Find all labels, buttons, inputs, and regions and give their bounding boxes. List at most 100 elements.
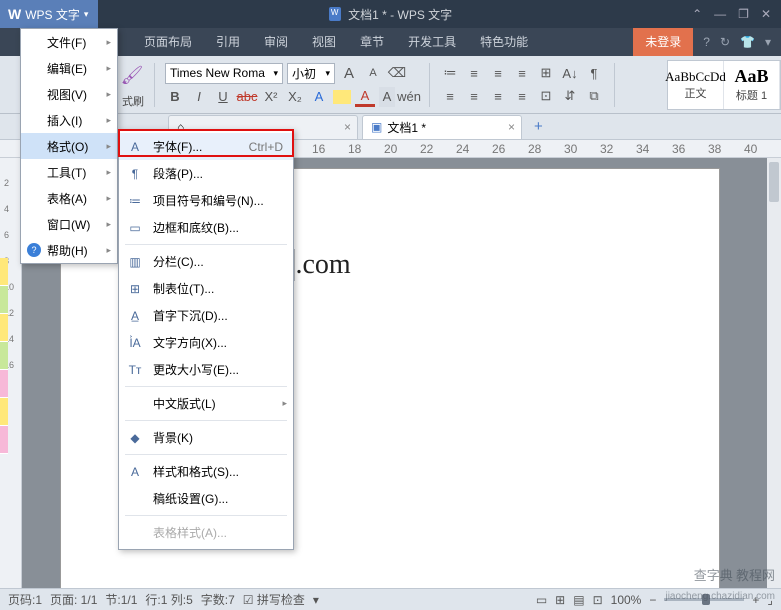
- submenu-item[interactable]: 更改大小写(E)...Tт: [119, 356, 293, 383]
- submenu-item[interactable]: 段落(P)...¶: [119, 160, 293, 187]
- tab-close-icon[interactable]: ×: [508, 120, 515, 134]
- ribbon-tab[interactable]: 审阅: [252, 28, 300, 56]
- ribbon-tab[interactable]: 开发工具: [396, 28, 468, 56]
- minimize-button[interactable]: —: [714, 7, 726, 21]
- ribbon-tab[interactable]: 页面布局: [132, 28, 204, 56]
- document-text[interactable]: .com: [295, 249, 350, 280]
- shading-button[interactable]: ⧉: [584, 86, 604, 106]
- format-painter-icon[interactable]: 🖌: [122, 60, 142, 90]
- italic-button[interactable]: I: [189, 87, 209, 107]
- style-gallery[interactable]: AaBbCcDd 正文 AaB 标题 1: [667, 60, 781, 110]
- justify-button[interactable]: ≡: [512, 86, 532, 106]
- new-tab-button[interactable]: +: [526, 118, 551, 135]
- highlight-button[interactable]: [333, 90, 351, 104]
- submenu-item[interactable]: 分栏(C)...▥: [119, 248, 293, 275]
- status-bar: 页码:1 页面: 1/1 节:1/1 行:1 列:5 字数:7 ☑ 拼写检查 ▾…: [0, 588, 781, 610]
- submenu-item[interactable]: 项目符号和编号(N)...≔: [119, 187, 293, 214]
- superscript-button[interactable]: X²: [261, 87, 281, 107]
- submenu-item[interactable]: 文字方向(X)...I͐A: [119, 329, 293, 356]
- clear-format-button[interactable]: ⌫: [387, 63, 407, 83]
- main-menu-item[interactable]: 插入(I)▸: [21, 107, 117, 133]
- window-controls: ⌃ — ❐ ✕: [692, 7, 781, 21]
- help-icon[interactable]: ?: [703, 35, 710, 49]
- indent-button[interactable]: ≡: [512, 63, 532, 83]
- tab-close-icon[interactable]: ×: [344, 120, 351, 134]
- subscript-button[interactable]: X₂: [285, 87, 305, 107]
- line-spacing-button[interactable]: ⇵: [560, 86, 580, 106]
- vertical-scrollbar[interactable]: [767, 158, 781, 588]
- outdent-button[interactable]: ≡: [488, 63, 508, 83]
- numbering-button[interactable]: ≡: [464, 63, 484, 83]
- status-position[interactable]: 行:1 列:5: [145, 591, 192, 608]
- submenu-item[interactable]: 稿纸设置(G)...: [119, 485, 293, 512]
- font-size-select[interactable]: 小初▾: [287, 63, 335, 84]
- underline-button[interactable]: U: [213, 87, 233, 107]
- skin-icon[interactable]: 👕: [740, 35, 755, 49]
- submenu-item[interactable]: 中文版式(L)▸: [119, 390, 293, 417]
- ribbon-tab[interactable]: 引用: [204, 28, 252, 56]
- phonetic-button[interactable]: wén: [399, 87, 419, 107]
- menu-icon: ≔: [127, 193, 143, 209]
- submenu-item[interactable]: 样式和格式(S)...A: [119, 458, 293, 485]
- settings-icon[interactable]: ▾: [765, 35, 771, 49]
- bullets-button[interactable]: ≔: [440, 63, 460, 83]
- style-item-normal[interactable]: AaBbCcDd 正文: [668, 61, 724, 109]
- zoom-out-button[interactable]: −: [649, 593, 656, 607]
- view-mode-button[interactable]: ⊞: [555, 593, 565, 607]
- increase-font-button[interactable]: A: [339, 63, 359, 83]
- submenu-item[interactable]: 制表位(T)...⊞: [119, 275, 293, 302]
- document-icon: ▣: [371, 120, 382, 134]
- maximize-button[interactable]: ❐: [738, 7, 749, 21]
- char-shading-button[interactable]: A: [379, 87, 395, 107]
- status-wordcount[interactable]: 字数:7: [201, 591, 235, 608]
- main-menu-item[interactable]: 表格(A)▸: [21, 185, 117, 211]
- main-menu-item[interactable]: 视图(V)▸: [21, 81, 117, 107]
- ribbon-tab[interactable]: 视图: [300, 28, 348, 56]
- distribute-button[interactable]: ⊡: [536, 86, 556, 106]
- align-center-button[interactable]: ≡: [464, 86, 484, 106]
- ribbon-tab[interactable]: 特色功能: [468, 28, 540, 56]
- main-menu-item[interactable]: 工具(T)▸: [21, 159, 117, 185]
- main-menu-item[interactable]: 格式(O)▸: [21, 133, 117, 159]
- watermark-url: jiaocheng.chazidian.com: [665, 591, 775, 602]
- format-submenu: 字体(F)...ACtrl+D段落(P)...¶项目符号和编号(N)...≔边框…: [118, 129, 294, 550]
- refresh-icon[interactable]: ↻: [720, 35, 730, 49]
- main-menu-item[interactable]: 编辑(E)▸: [21, 55, 117, 81]
- main-menu-item[interactable]: 文件(F)▸: [21, 29, 117, 55]
- doc-tab-current[interactable]: ▣ 文档1 * ×: [362, 115, 522, 139]
- zoom-level[interactable]: 100%: [611, 593, 642, 607]
- ribbon-collapse-icon[interactable]: ⌃: [692, 7, 702, 21]
- login-button[interactable]: 未登录: [633, 28, 693, 56]
- font-color-button[interactable]: A: [355, 87, 375, 107]
- status-page[interactable]: 页码:1: [8, 591, 42, 608]
- align-right-button[interactable]: ≡: [488, 86, 508, 106]
- decrease-font-button[interactable]: A: [363, 63, 383, 83]
- sort-button[interactable]: A↓: [560, 63, 580, 83]
- border-button[interactable]: ⊞: [536, 63, 556, 83]
- submenu-item[interactable]: 字体(F)...ACtrl+D: [119, 133, 293, 160]
- ribbon-tab[interactable]: 章节: [348, 28, 396, 56]
- bold-button[interactable]: B: [165, 87, 185, 107]
- show-marks-button[interactable]: ¶: [584, 63, 604, 83]
- submenu-item[interactable]: 背景(K)◆: [119, 424, 293, 451]
- close-button[interactable]: ✕: [761, 7, 771, 21]
- align-left-button[interactable]: ≡: [440, 86, 460, 106]
- view-mode-button[interactable]: ⊡: [593, 593, 603, 607]
- main-menu-item[interactable]: 窗口(W)▸: [21, 211, 117, 237]
- watermark-text: 查字典 教程网: [694, 565, 775, 584]
- status-spellcheck[interactable]: ☑ 拼写检查: [243, 591, 305, 608]
- submenu-item[interactable]: 边框和底纹(B)...▭: [119, 214, 293, 241]
- status-section[interactable]: 节:1/1: [105, 591, 137, 608]
- menu-icon: A: [127, 139, 143, 155]
- status-pages[interactable]: 页面: 1/1: [50, 591, 97, 608]
- font-family-select[interactable]: Times New Roma▾: [165, 63, 283, 84]
- style-item-heading1[interactable]: AaB 标题 1: [724, 61, 780, 109]
- main-menu-item[interactable]: 帮助(H)▸?: [21, 237, 117, 263]
- strike-button[interactable]: abc: [237, 87, 257, 107]
- status-doc-icon[interactable]: ▾: [313, 593, 319, 607]
- view-mode-button[interactable]: ▭: [536, 593, 547, 607]
- submenu-item[interactable]: 首字下沉(D)...A̲: [119, 302, 293, 329]
- view-mode-button[interactable]: ▤: [573, 593, 584, 607]
- text-effect-button[interactable]: A: [309, 87, 329, 107]
- menu-icon: ⊞: [127, 281, 143, 297]
